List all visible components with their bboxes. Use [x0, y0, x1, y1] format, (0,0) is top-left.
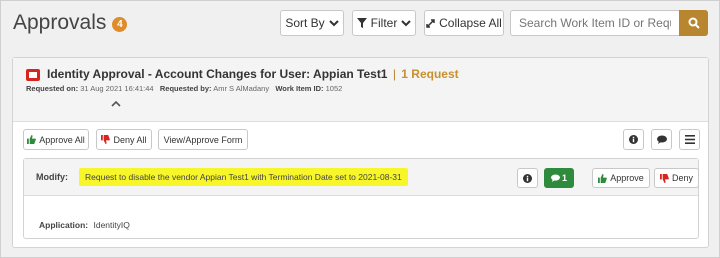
- request-item: Modify: Request to disable the vendor Ap…: [23, 158, 699, 239]
- collapse-toggle[interactable]: [111, 100, 121, 108]
- menu-button[interactable]: [679, 129, 700, 150]
- search-icon: [688, 17, 700, 29]
- info-icon: [523, 173, 532, 183]
- approve-button[interactable]: Approve: [592, 168, 650, 188]
- requested-by-label: Requested by:: [159, 84, 212, 93]
- request-count: 1 Request: [401, 67, 459, 81]
- work-item-id: 1052: [325, 84, 343, 93]
- thumbs-down-icon: [101, 135, 111, 144]
- deny-all-label: Deny All: [113, 134, 147, 145]
- title-separator: |: [392, 67, 396, 81]
- comments-button[interactable]: [651, 129, 672, 150]
- work-item-label: Work Item ID:: [275, 84, 324, 93]
- sort-by-label: Sort By: [285, 16, 325, 30]
- comment-icon: [656, 135, 667, 144]
- approval-card-header[interactable]: Identity Approval - Account Changes for …: [13, 58, 708, 122]
- sort-by-button[interactable]: Sort By: [280, 10, 344, 36]
- page-title: Approvals 4: [13, 11, 128, 35]
- approval-title: Identity Approval - Account Changes for …: [47, 67, 459, 81]
- search-button[interactable]: [679, 10, 708, 36]
- search-input[interactable]: [510, 10, 679, 36]
- approvals-count-badge: 4: [112, 17, 128, 32]
- requested-on-value: 31 Aug 2021 16:41:44: [80, 84, 154, 93]
- approval-card: Identity Approval - Account Changes for …: [12, 57, 709, 248]
- thumbs-down-icon: [659, 173, 669, 183]
- collapse-all-button[interactable]: Collapse All: [424, 10, 504, 36]
- approve-label: Approve: [610, 173, 644, 183]
- filter-label: Filter: [370, 16, 398, 30]
- comment-count: 1: [561, 173, 567, 183]
- request-description: Request to disable the vendor Appian Tes…: [79, 168, 408, 186]
- view-approve-form-button[interactable]: View/Approve Form: [158, 129, 248, 150]
- chevron-down-icon: [401, 20, 412, 27]
- request-comments-button[interactable]: 1: [544, 168, 574, 188]
- requested-on-label: Requested on:: [26, 84, 79, 93]
- approve-all-button[interactable]: Approve All: [23, 129, 89, 150]
- requested-by-value: Amr S AlMadany: [213, 84, 270, 93]
- info-button[interactable]: [623, 129, 644, 150]
- page-title-text: Approvals: [13, 11, 107, 34]
- comment-icon: [551, 174, 560, 182]
- request-item-header: Modify: Request to disable the vendor Ap…: [24, 159, 699, 196]
- chevron-up-icon: [111, 100, 121, 107]
- approval-meta: Requested on: 31 Aug 2021 16:41:44 Reque…: [26, 84, 342, 93]
- hamburger-menu-icon: [684, 135, 695, 144]
- view-approve-form-label: View/Approve Form: [163, 134, 243, 145]
- request-info-button[interactable]: [517, 168, 538, 188]
- collapse-all-label: Collapse All: [439, 16, 502, 30]
- filter-button[interactable]: Filter: [352, 10, 416, 36]
- info-icon: [629, 135, 638, 144]
- application-value: IdentityIQ: [93, 220, 130, 230]
- deny-label: Deny: [671, 173, 693, 183]
- deny-button[interactable]: Deny: [654, 168, 699, 188]
- thumbs-up-icon: [27, 135, 37, 144]
- flag-icon: [26, 69, 40, 81]
- compress-icon: [426, 18, 435, 28]
- filter-icon: [356, 18, 367, 28]
- application-row: Application: IdentityIQ: [39, 220, 130, 230]
- modify-label: Modify:: [36, 172, 68, 182]
- deny-all-button[interactable]: Deny All: [96, 129, 152, 150]
- approve-all-label: Approve All: [39, 134, 85, 145]
- thumbs-up-icon: [598, 173, 608, 183]
- approvals-page: Approvals 4 Sort By Filter Collapse All I…: [0, 0, 720, 258]
- approval-title-text: Identity Approval - Account Changes for …: [47, 67, 388, 81]
- chevron-down-icon: [328, 20, 339, 27]
- application-label: Application:: [39, 220, 89, 230]
